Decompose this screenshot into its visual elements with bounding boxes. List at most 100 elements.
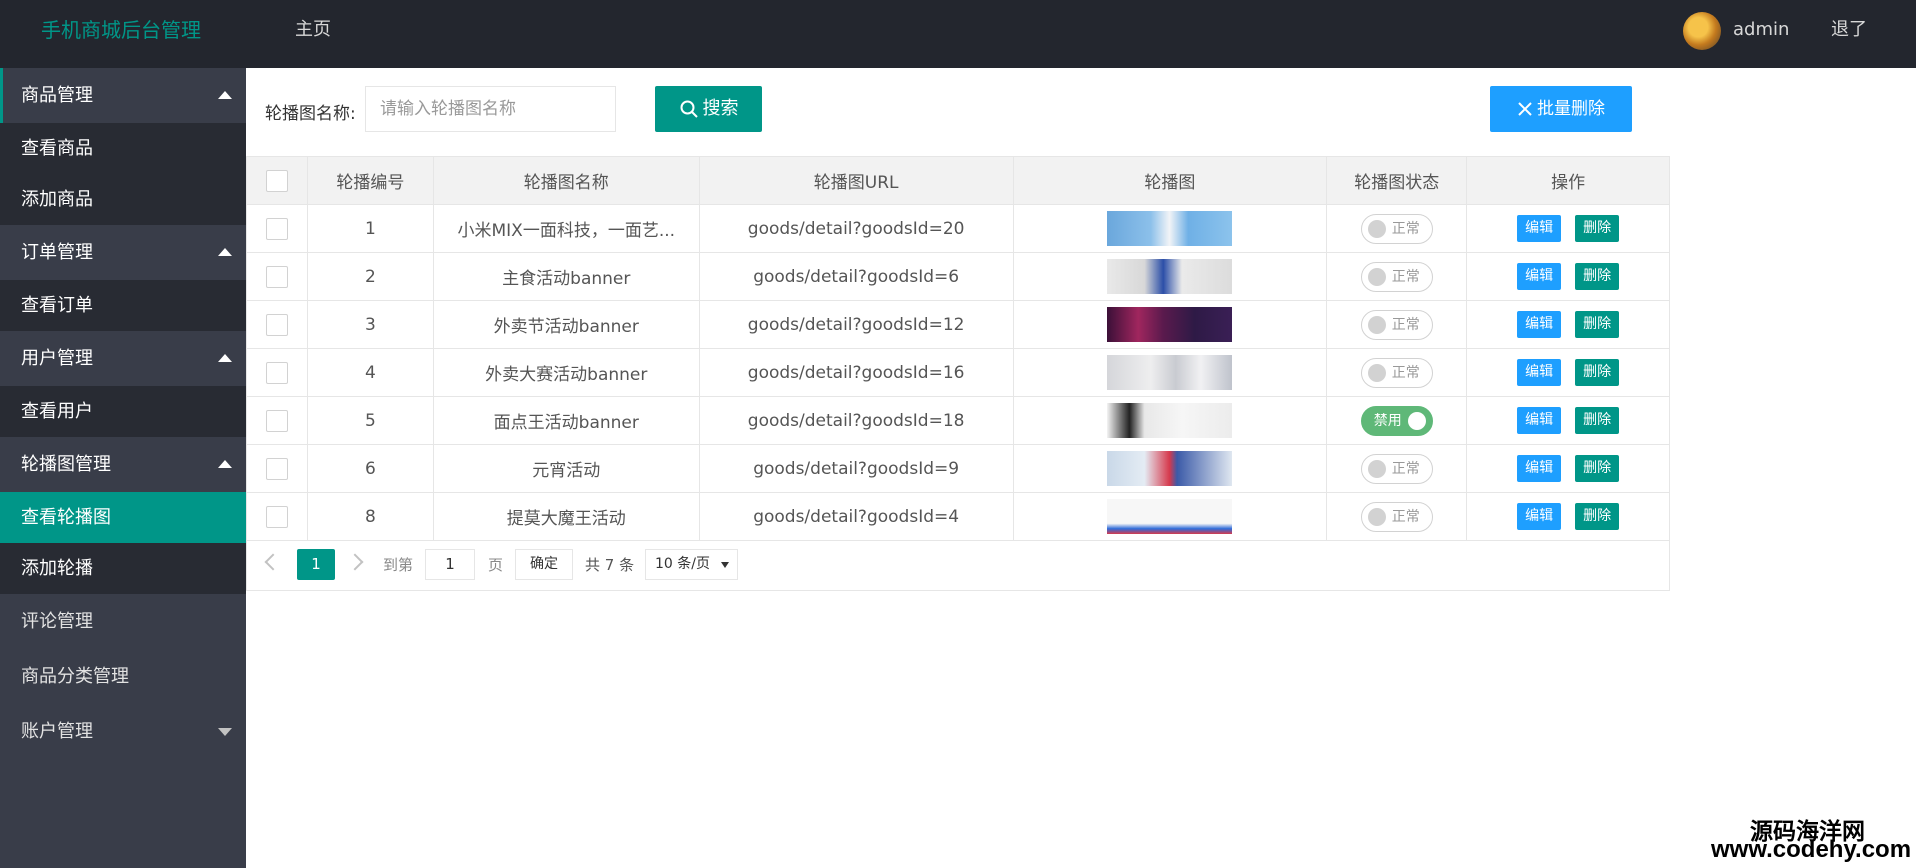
banner-status-cell: 禁用 (1326, 396, 1468, 445)
status-text: 正常 (1391, 364, 1420, 381)
banner-image-cell (1012, 252, 1328, 301)
banner-id: 2 (306, 252, 434, 301)
row-select-cell (246, 444, 308, 493)
table-row: 3 外卖节活动banner goods/detail?goodsId=12 正常 编辑删… (246, 300, 1670, 349)
chevron-left-icon[interactable] (264, 553, 282, 571)
app-logo[interactable]: 手机商城后台管理 (41, 0, 201, 60)
search-icon (680, 100, 698, 118)
column-header: 操作 (1466, 156, 1670, 205)
chevron-up-icon (218, 248, 232, 256)
search-input[interactable] (365, 86, 616, 132)
sidebar-item-view-banners[interactable]: 查看轮播图 (0, 492, 246, 543)
logout-link[interactable]: 退了 (1831, 0, 1867, 60)
status-toggle[interactable]: 禁用 (1360, 405, 1433, 436)
delete-button[interactable]: 删除 (1575, 215, 1620, 242)
sidebar: 商品管理 查看商品 添加商品 订单管理 查看订单 用户管理 查看用户 轮播图管理… (0, 68, 246, 868)
edit-button[interactable]: 编辑 (1517, 215, 1562, 242)
sidebar-item-view-goods[interactable]: 查看商品 (0, 123, 246, 174)
toggle-knob (1367, 315, 1386, 334)
toggle-knob (1367, 219, 1386, 238)
status-text: 正常 (1391, 460, 1420, 477)
sidebar-group-banners[interactable]: 轮播图管理 (0, 437, 246, 492)
row-checkbox[interactable] (265, 361, 288, 384)
edit-button[interactable]: 编辑 (1517, 263, 1562, 290)
status-toggle[interactable]: 正常 (1360, 309, 1433, 340)
status-text: 正常 (1391, 268, 1420, 285)
delete-button[interactable]: 删除 (1575, 503, 1620, 530)
sidebar-item-add-goods[interactable]: 添加商品 (0, 174, 246, 225)
banner-status-cell: 正常 (1326, 204, 1468, 253)
banner-id: 6 (306, 444, 434, 493)
banner-thumbnail (1107, 403, 1233, 438)
sidebar-item-categories[interactable]: 商品分类管理 (0, 649, 246, 704)
banner-thumbnail (1107, 499, 1233, 534)
banner-id: 8 (306, 492, 434, 541)
select-all-checkbox[interactable] (265, 169, 288, 192)
banner-image-cell (1012, 444, 1328, 493)
chevron-right-icon[interactable] (346, 553, 364, 571)
actions-cell: 编辑 删除 (1466, 204, 1670, 253)
username-link[interactable]: admin (1733, 0, 1789, 60)
banner-thumbnail (1107, 211, 1233, 246)
chevron-up-icon (218, 91, 232, 99)
row-select-cell (246, 396, 308, 445)
delete-button[interactable]: 删除 (1575, 359, 1620, 386)
row-checkbox[interactable] (265, 313, 288, 336)
edit-button[interactable]: 编辑 (1517, 455, 1562, 482)
status-text: 正常 (1391, 508, 1420, 525)
sidebar-item-account[interactable]: 账户管理 (0, 704, 246, 759)
avatar[interactable] (1683, 12, 1721, 50)
page-size-select[interactable]: 10 条/页 (645, 549, 738, 580)
status-toggle[interactable]: 正常 (1360, 453, 1433, 484)
banner-image-cell (1012, 348, 1328, 397)
current-page[interactable]: 1 (297, 549, 335, 580)
status-toggle[interactable]: 正常 (1360, 213, 1433, 244)
sidebar-item-add-banner[interactable]: 添加轮播 (0, 543, 246, 594)
toggle-knob (1367, 267, 1386, 286)
banner-thumbnail (1107, 259, 1233, 294)
search-button-label: 搜索 (702, 98, 739, 119)
banner-name: 面点王活动banner (432, 396, 700, 445)
row-checkbox[interactable] (265, 409, 288, 432)
edit-button[interactable]: 编辑 (1517, 503, 1562, 530)
chevron-up-icon (218, 460, 232, 468)
delete-button[interactable]: 删除 (1575, 407, 1620, 434)
row-checkbox[interactable] (265, 265, 288, 288)
table-row: 4 外卖大赛活动banner goods/detail?goodsId=16 正常 编辑… (246, 348, 1670, 397)
sidebar-group-orders[interactable]: 订单管理 (0, 225, 246, 280)
edit-button[interactable]: 编辑 (1517, 359, 1562, 386)
banner-image-cell (1012, 300, 1328, 349)
sidebar-group-users[interactable]: 用户管理 (0, 331, 246, 386)
column-header: 轮播图 (1012, 156, 1328, 205)
banner-name: 外卖大赛活动banner (432, 348, 700, 397)
column-header: 轮播图名称 (432, 156, 700, 205)
banner-name: 提莫大魔王活动 (432, 492, 700, 541)
goto-confirm-button[interactable]: 确定 (515, 549, 573, 580)
batch-delete-label: 批量删除 (1537, 99, 1605, 119)
delete-button[interactable]: 删除 (1575, 455, 1620, 482)
sidebar-item-comments[interactable]: 评论管理 (0, 594, 246, 649)
sidebar-item-view-orders[interactable]: 查看订单 (0, 280, 246, 331)
banner-status-cell: 正常 (1326, 492, 1468, 541)
status-toggle[interactable]: 正常 (1360, 261, 1433, 292)
toggle-knob (1367, 459, 1386, 478)
delete-button[interactable]: 删除 (1575, 311, 1620, 338)
row-checkbox[interactable] (265, 457, 288, 480)
edit-button[interactable]: 编辑 (1517, 311, 1562, 338)
status-toggle[interactable]: 正常 (1360, 501, 1433, 532)
row-checkbox[interactable] (265, 505, 288, 528)
delete-button[interactable]: 删除 (1575, 263, 1620, 290)
actions-cell: 编辑 删除 (1466, 492, 1670, 541)
sidebar-group-goods[interactable]: 商品管理 (0, 68, 246, 123)
edit-button[interactable]: 编辑 (1517, 407, 1562, 434)
chevron-down-icon (218, 728, 232, 736)
sidebar-item-view-users[interactable]: 查看用户 (0, 386, 246, 437)
search-button[interactable]: 搜索 (655, 86, 762, 132)
status-toggle[interactable]: 正常 (1360, 357, 1433, 388)
nav-home-link[interactable]: 主页 (295, 0, 331, 60)
sidebar-group-label: 轮播图管理 (21, 454, 111, 475)
row-checkbox[interactable] (265, 217, 288, 240)
batch-delete-button[interactable]: 批量删除 (1490, 86, 1632, 132)
goto-prefix: 到第 (383, 556, 414, 574)
goto-page-input[interactable]: 1 (425, 549, 475, 580)
